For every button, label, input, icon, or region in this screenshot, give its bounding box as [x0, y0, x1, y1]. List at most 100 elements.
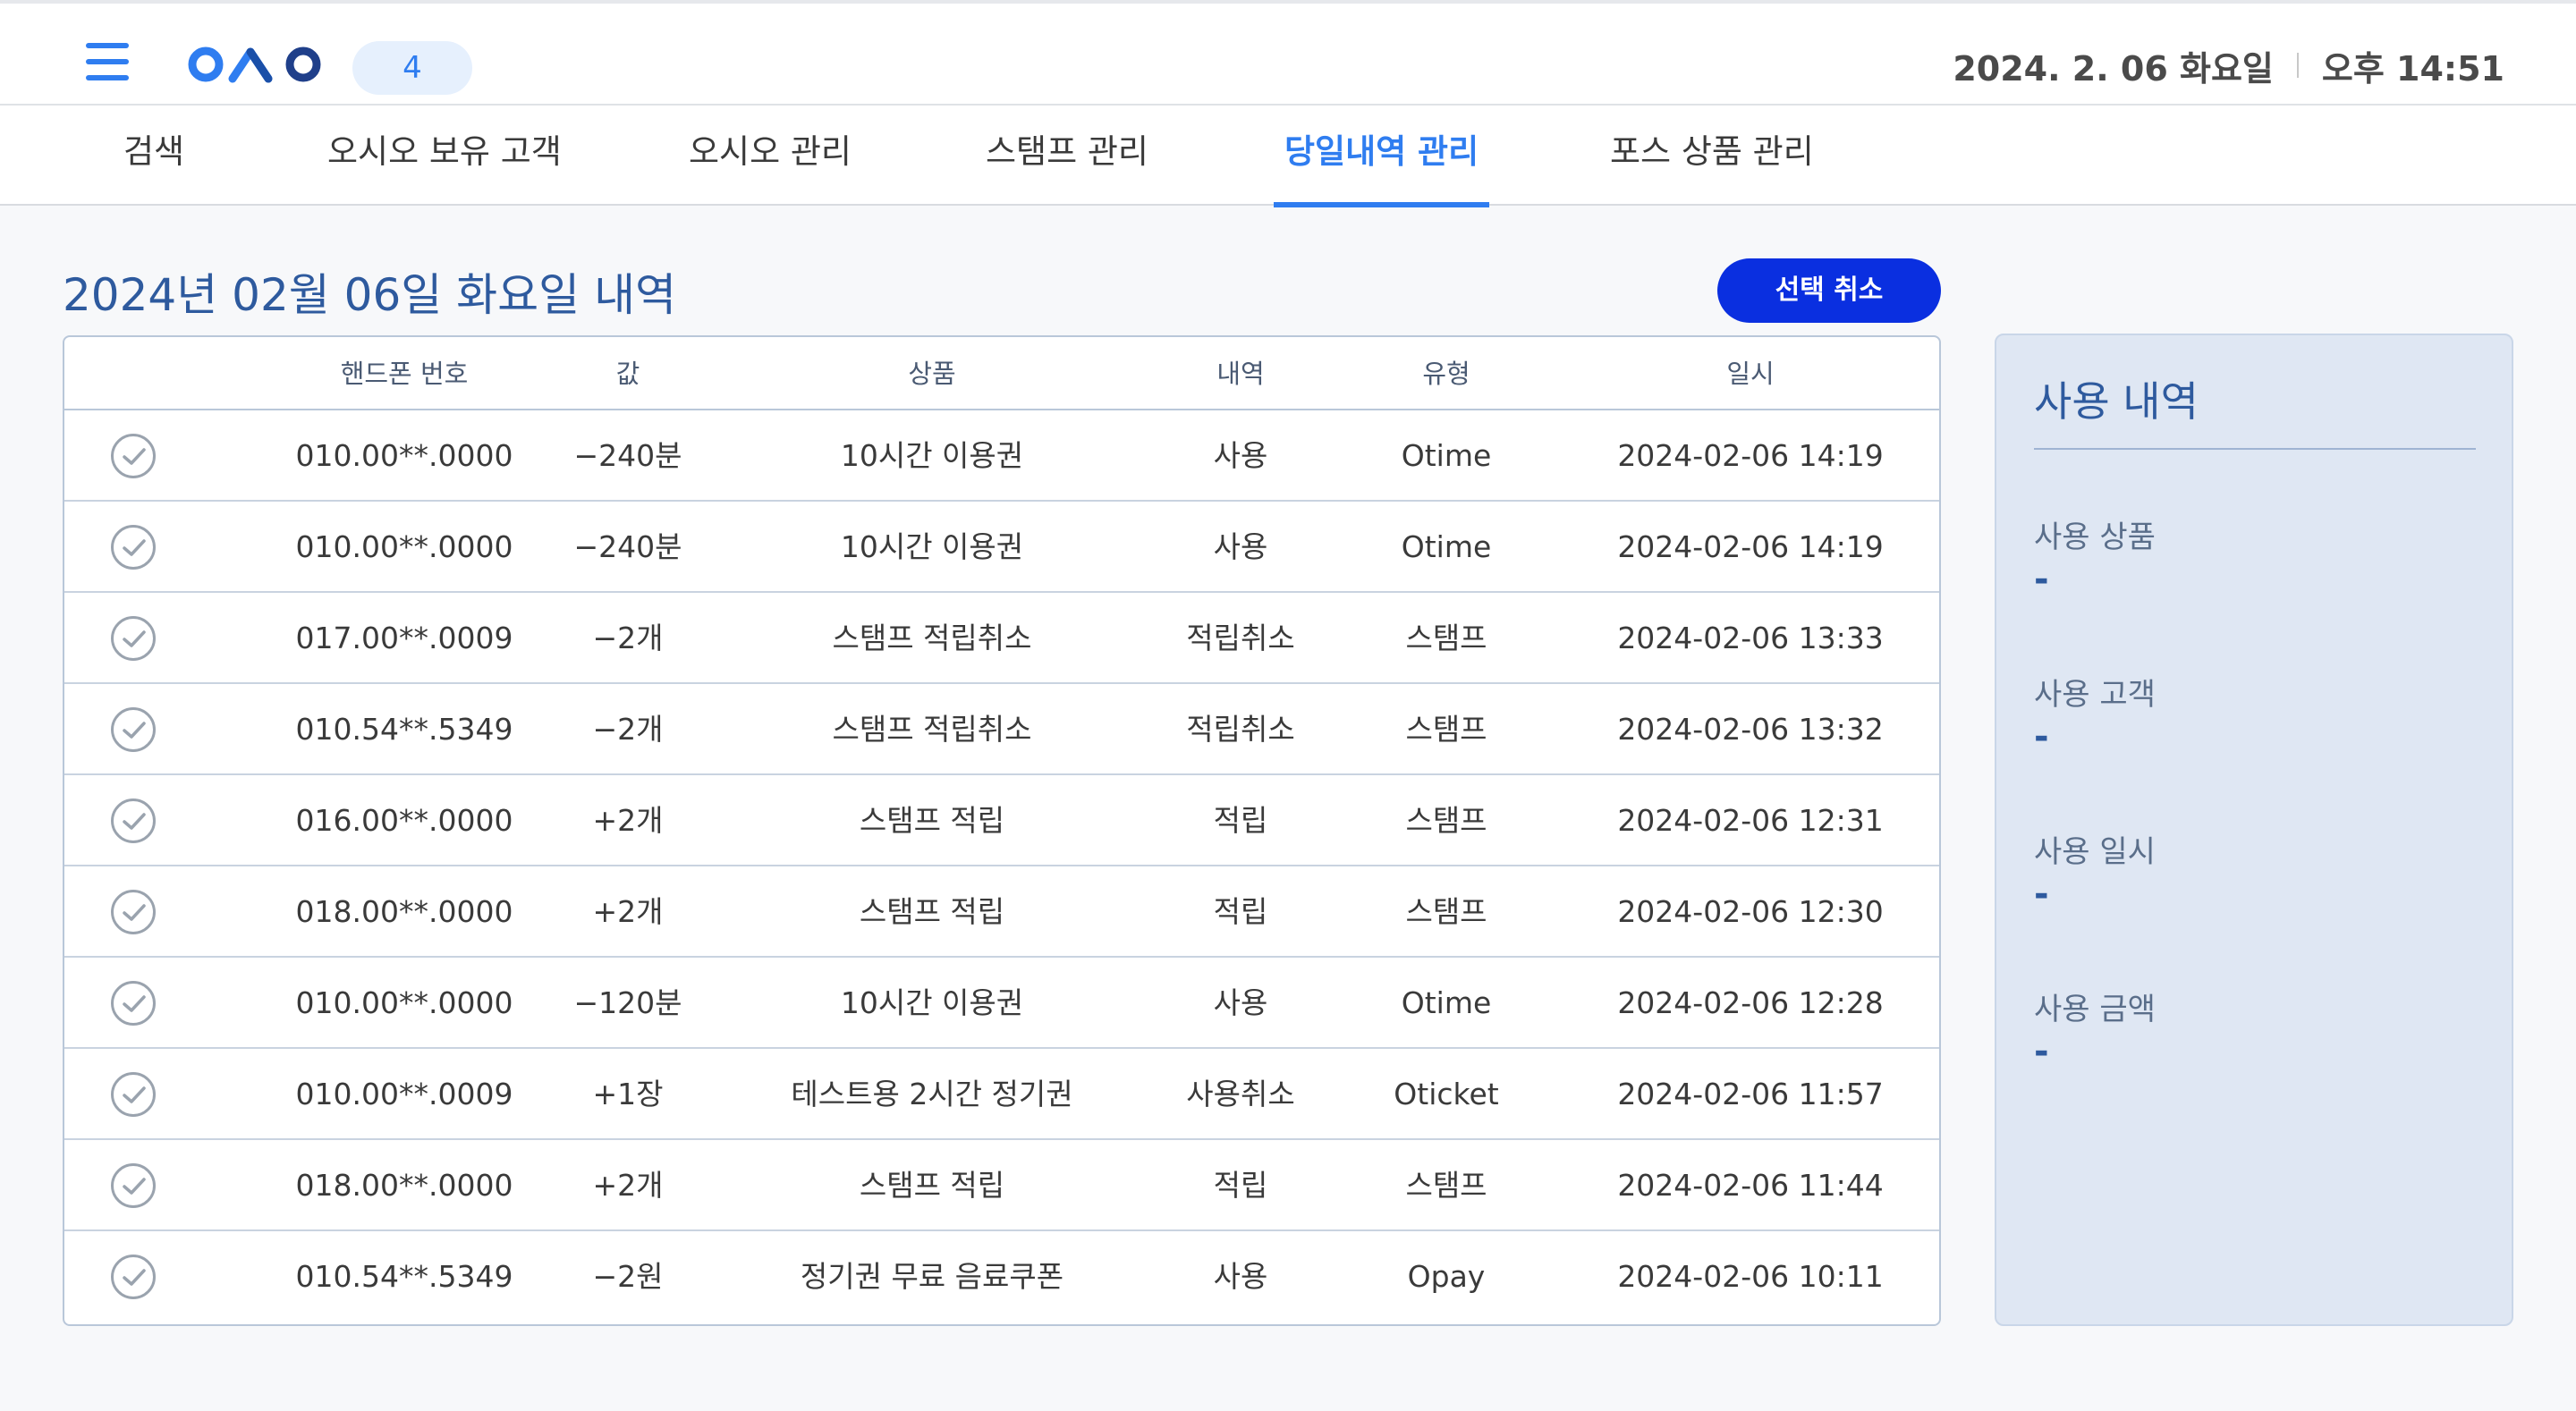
- cell-datetime: 2024-02-06 12:31: [1617, 803, 1884, 838]
- cell-phone: 010.54**.5349: [295, 712, 513, 747]
- usage-detail-panel: 사용 내역 사용 상품 - 사용 고객 - 사용 일시 - 사용 금액 -: [1995, 334, 2513, 1326]
- count-badge: 4: [352, 41, 472, 95]
- cell-type: 스탬프: [1405, 803, 1487, 838]
- cell-type: Otime: [1401, 438, 1492, 473]
- row-checkbox-icon[interactable]: [111, 890, 156, 934]
- cell-product: 스탬프 적립취소: [832, 621, 1032, 655]
- table-header: 핸드폰 번호 값 상품 내역 유형 일시: [64, 337, 1939, 410]
- page-title: 2024년 02월 06일 화요일 내역: [63, 269, 677, 321]
- used-customer-value: -: [2034, 716, 2049, 757]
- menu-icon[interactable]: [86, 43, 132, 82]
- row-checkbox-icon[interactable]: [111, 1255, 156, 1299]
- nav-tabs: 검색 오시오 보유 고객 오시오 관리 스탬프 관리 당일내역 관리 포스 상품…: [0, 106, 2576, 207]
- table-row[interactable]: 010.54**.5349 −2원 정기권 무료 음료쿠폰 사용 Opay 2024-02…: [64, 1231, 1939, 1322]
- cell-product: 10시간 이용권: [840, 438, 1024, 473]
- cell-phone: 017.00**.0009: [295, 621, 513, 655]
- row-checkbox-icon[interactable]: [111, 707, 156, 752]
- table-row[interactable]: 010.54**.5349 −2개 스탬프 적립취소 적립취소 스탬프 2024-02-0…: [64, 684, 1939, 775]
- cell-history: 사용: [1213, 1259, 1268, 1294]
- row-checkbox-icon[interactable]: [111, 1072, 156, 1117]
- cell-type: 스탬프: [1405, 894, 1487, 929]
- history-table: 핸드폰 번호 값 상품 내역 유형 일시 010.00**.0000 −240분 1…: [63, 335, 1941, 1326]
- row-checkbox-icon[interactable]: [111, 1163, 156, 1208]
- row-checkbox-icon[interactable]: [111, 981, 156, 1026]
- cell-datetime: 2024-02-06 12:28: [1617, 985, 1884, 1020]
- cell-datetime: 2024-02-06 14:19: [1617, 529, 1884, 564]
- used-datetime-value: -: [2034, 874, 2049, 915]
- used-customer-label: 사용 고객: [2034, 677, 2156, 713]
- table-row[interactable]: 016.00**.0000 +2개 스탬프 적립 적립 스탬프 2024-02-06 12…: [64, 775, 1939, 866]
- cancel-selection-button[interactable]: 선택 취소: [1717, 258, 1941, 323]
- row-checkbox-icon[interactable]: [111, 434, 156, 478]
- cell-product: 테스트용 2시간 정기권: [791, 1077, 1073, 1111]
- column-header-type: 유형: [1422, 359, 1470, 389]
- cell-datetime: 2024-02-06 10:11: [1617, 1259, 1884, 1294]
- table-row[interactable]: 010.00**.0009 +1장 테스트용 2시간 정기권 사용취소 Oticket 2…: [64, 1049, 1939, 1140]
- cell-value: −2원: [592, 1259, 664, 1294]
- table-row[interactable]: 017.00**.0009 −2개 스탬프 적립취소 적립취소 스탬프 2024-02-0…: [64, 593, 1939, 684]
- column-header-history: 내역: [1216, 359, 1265, 389]
- row-checkbox-icon[interactable]: [111, 616, 156, 661]
- tab-stamp-management[interactable]: 스탬프 관리: [986, 106, 1148, 206]
- cell-phone: 018.00**.0000: [295, 894, 513, 929]
- cell-datetime: 2024-02-06 12:30: [1617, 894, 1884, 929]
- cell-value: −2개: [592, 621, 664, 655]
- cell-product: 10시간 이용권: [840, 985, 1024, 1020]
- cell-product: 스탬프 적립: [859, 894, 1005, 929]
- row-checkbox-icon[interactable]: [111, 798, 156, 843]
- cell-phone: 010.00**.0000: [295, 438, 513, 473]
- tab-osio-management[interactable]: 오시오 관리: [689, 106, 852, 206]
- used-product-value: -: [2034, 559, 2049, 600]
- cell-value: −120분: [573, 985, 682, 1020]
- cell-value: −240분: [573, 438, 682, 473]
- cell-value: +2개: [592, 803, 664, 838]
- cell-product: 스탬프 적립: [859, 1168, 1005, 1203]
- cell-value: +2개: [592, 894, 664, 929]
- cell-datetime: 2024-02-06 14:19: [1617, 438, 1884, 473]
- tab-pos-products[interactable]: 포스 상품 관리: [1610, 106, 1814, 206]
- cell-product: 스탬프 적립취소: [832, 712, 1032, 747]
- cell-type: 스탬프: [1405, 712, 1487, 747]
- panel-title: 사용 내역: [2034, 377, 2199, 426]
- table-row[interactable]: 010.00**.0000 −240분 10시간 이용권 사용 Otime 2024-02…: [64, 410, 1939, 502]
- column-header-phone: 핸드폰 번호: [340, 359, 469, 389]
- datetime-divider: [2296, 53, 2299, 78]
- brand-logo: [188, 46, 321, 83]
- used-datetime-label: 사용 일시: [2034, 834, 2156, 870]
- cell-history: 사용: [1213, 529, 1268, 564]
- cell-type: 스탬프: [1405, 621, 1487, 655]
- cell-phone: 016.00**.0000: [295, 803, 513, 838]
- cell-history: 적립: [1213, 894, 1268, 929]
- cell-phone: 010.00**.0000: [295, 985, 513, 1020]
- tab-daily-history[interactable]: 당일내역 관리: [1273, 106, 1490, 207]
- cell-type: Otime: [1401, 985, 1492, 1020]
- cell-phone: 010.00**.0000: [295, 529, 513, 564]
- table-row[interactable]: 018.00**.0000 +2개 스탬프 적립 적립 스탬프 2024-02-06 11…: [64, 1140, 1939, 1231]
- column-header-value: 값: [615, 359, 640, 389]
- row-checkbox-icon[interactable]: [111, 525, 156, 570]
- cell-datetime: 2024-02-06 13:32: [1617, 712, 1884, 747]
- used-product-label: 사용 상품: [2034, 520, 2156, 555]
- cell-type: 스탬프: [1405, 1168, 1487, 1203]
- cell-history: 사용: [1213, 438, 1268, 473]
- table-row[interactable]: 010.00**.0000 −120분 10시간 이용권 사용 Otime 2024-02…: [64, 958, 1939, 1049]
- tab-customers[interactable]: 오시오 보유 고객: [327, 106, 562, 206]
- table-row[interactable]: 018.00**.0000 +2개 스탬프 적립 적립 스탬프 2024-02-06 12…: [64, 866, 1939, 958]
- cell-phone: 018.00**.0000: [295, 1168, 513, 1203]
- current-date: 2024. 2. 06 화요일: [1953, 48, 2274, 89]
- table-row[interactable]: 010.00**.0000 −240분 10시간 이용권 사용 Otime 2024-02…: [64, 502, 1939, 593]
- cell-history: 사용취소: [1186, 1077, 1295, 1111]
- column-header-product: 상품: [908, 359, 956, 389]
- current-time: 오후 14:51: [2321, 48, 2504, 89]
- cell-history: 사용: [1213, 985, 1268, 1020]
- cell-phone: 010.54**.5349: [295, 1259, 513, 1294]
- cell-product: 스탬프 적립: [859, 803, 1005, 838]
- cell-product: 정기권 무료 음료쿠폰: [800, 1259, 1064, 1294]
- used-amount-label: 사용 금액: [2034, 992, 2156, 1027]
- cell-datetime: 2024-02-06 11:57: [1617, 1077, 1884, 1111]
- tab-search[interactable]: 검색: [123, 106, 184, 206]
- cell-value: −2개: [592, 712, 664, 747]
- cell-type: Opay: [1407, 1259, 1486, 1294]
- cell-history: 적립취소: [1186, 621, 1295, 655]
- page: 4 2024. 2. 06 화요일 오후 14:51 검색 오시오 보유 고객 …: [0, 0, 2576, 1411]
